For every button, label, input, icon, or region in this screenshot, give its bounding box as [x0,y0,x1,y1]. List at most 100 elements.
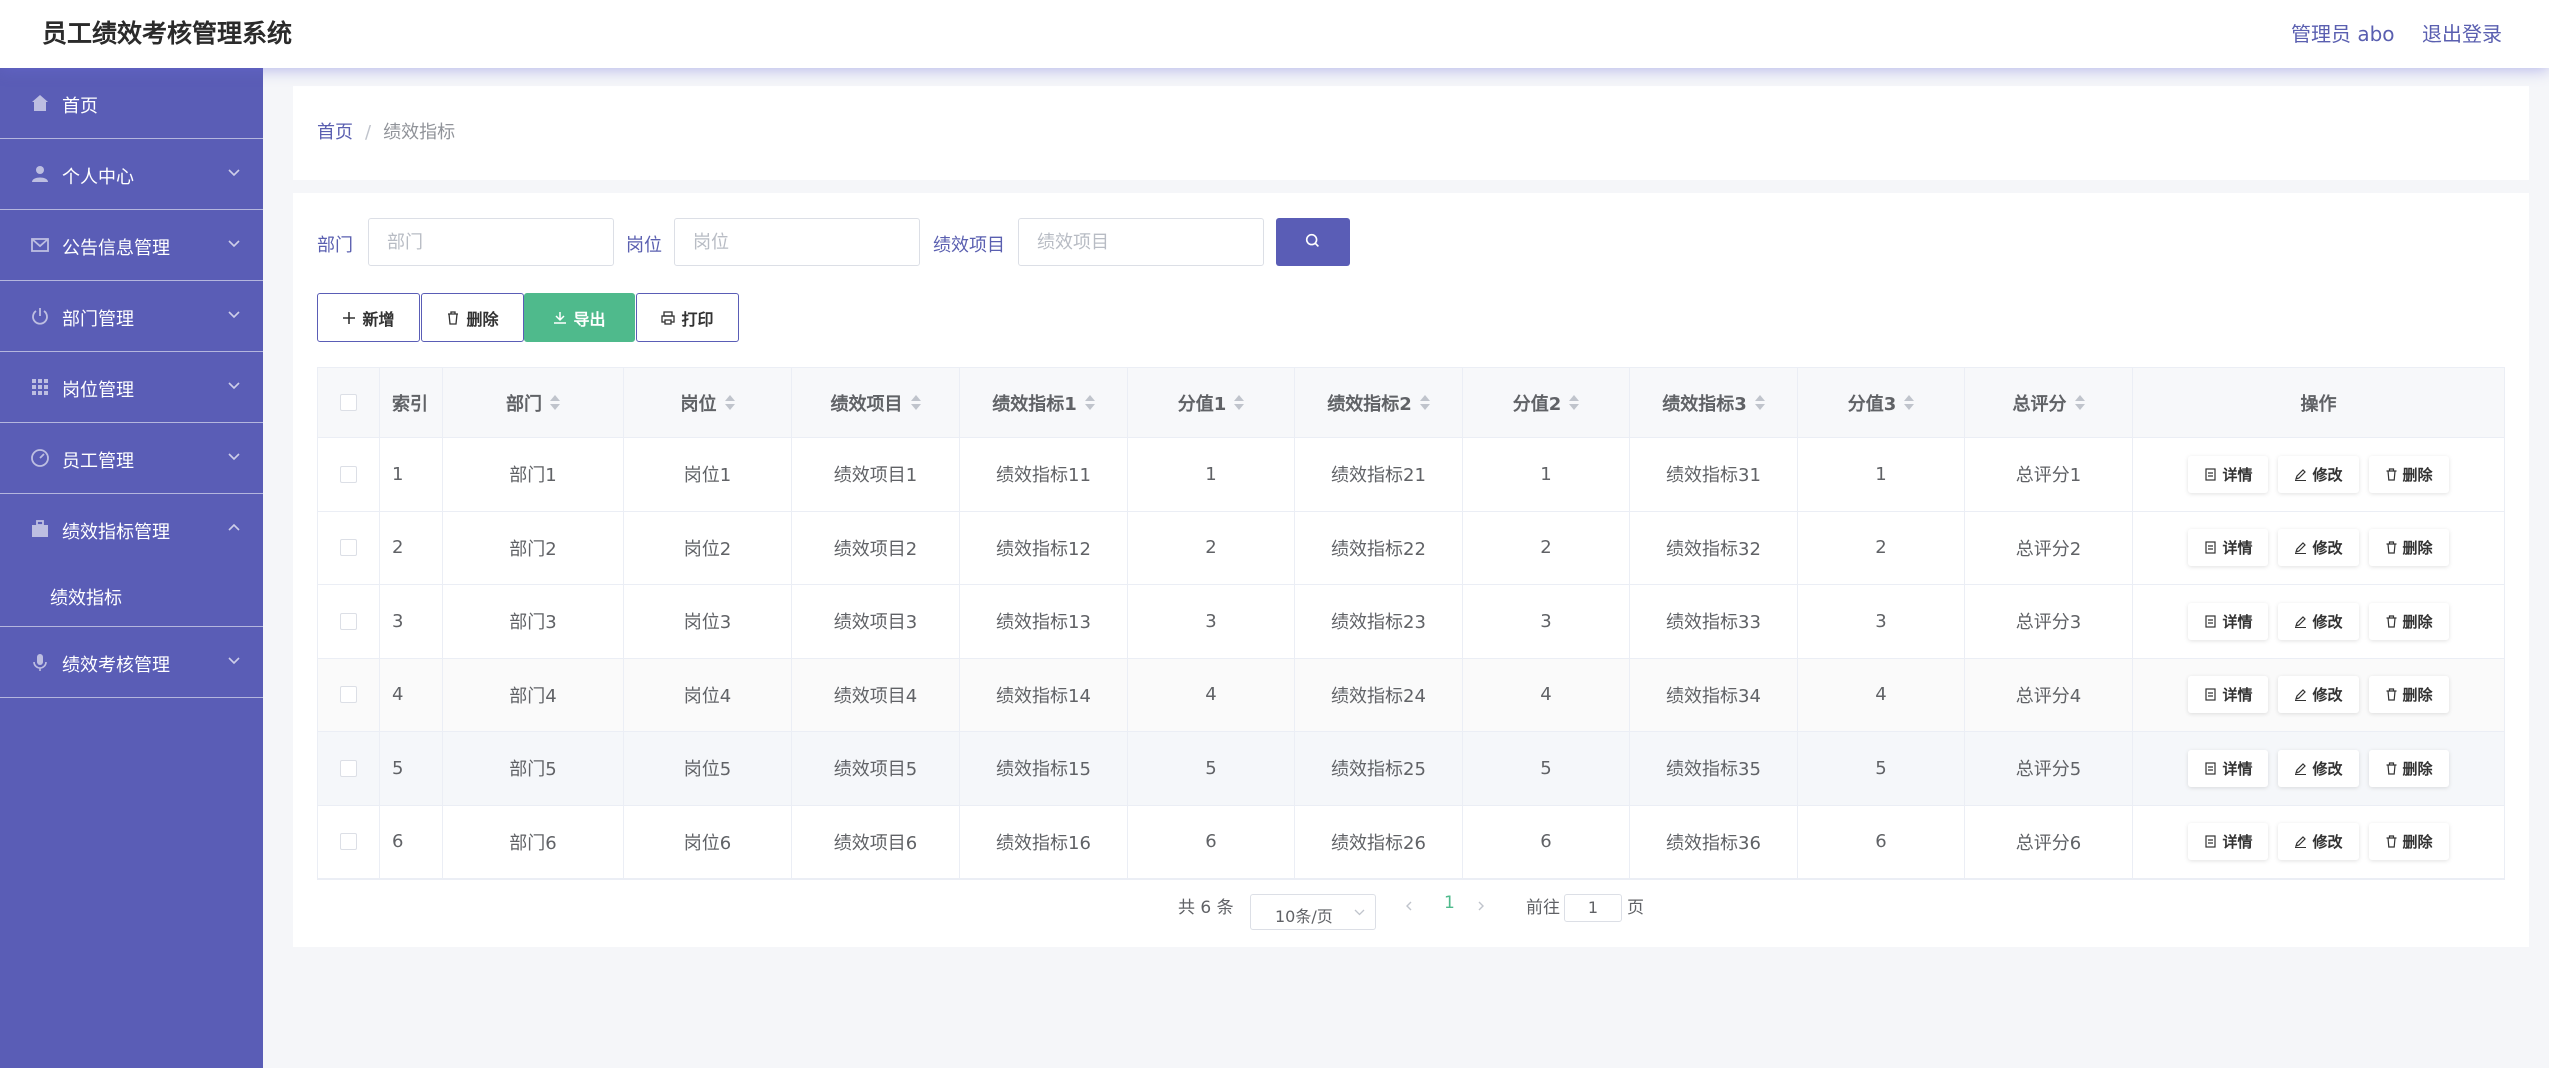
header-score2[interactable]: 分值2 [1463,368,1630,437]
top-header: 员工绩效考核管理系统 管理员 abo 退出登录 [0,0,2549,68]
detail-label: 详情 [2222,759,2253,778]
cell-text: 绩效指标36 [1666,832,1761,854]
cell-text: 绩效项目5 [833,759,918,781]
cell-score2: 2 [1463,511,1630,584]
sort-caret-icon[interactable] [550,395,560,410]
download-icon [554,311,567,324]
next-page-icon[interactable] [1475,900,1487,912]
header-total[interactable]: 总评分 [1965,368,2133,437]
cell-indicator2: 绩效指标23 [1295,585,1463,658]
detail-button[interactable]: 详情 [2188,749,2269,787]
row-delete-button[interactable]: 删除 [2368,529,2449,567]
row-checkbox[interactable] [340,465,357,483]
project-filter-input[interactable] [1018,218,1264,266]
row-checkbox[interactable] [340,686,357,704]
row-checkbox[interactable] [340,612,357,630]
page-size-select[interactable]: 10条/页 [1250,894,1376,930]
row-delete-button[interactable]: 删除 [2368,823,2449,861]
print-button[interactable]: 打印 [636,293,739,342]
sort-caret-icon[interactable] [724,395,735,410]
cell-text: 绩效指标26 [1331,832,1426,854]
search-button[interactable] [1276,218,1350,266]
export-button[interactable]: 导出 [524,293,635,342]
prev-page-icon[interactable] [1403,900,1415,912]
delete-button[interactable]: 删除 [421,293,524,342]
sort-caret-icon[interactable] [1904,395,1915,410]
row-delete-button[interactable]: 删除 [2368,676,2449,714]
cell-post: 岗位4 [624,658,792,731]
sidebar-item-department[interactable]: 部门管理 [0,281,263,352]
cell-text: 4 [392,684,404,706]
edit-button[interactable]: 修改 [2278,455,2359,493]
sidebar-item-personal[interactable]: 个人中心 [0,139,263,210]
cell-indicator1: 绩效指标16 [960,805,1128,878]
cell-text: 总评分1 [2015,465,2082,487]
detail-button[interactable]: 详情 [2188,529,2269,567]
cell-score2: 6 [1463,805,1630,878]
cell-text: 绩效指标12 [996,538,1091,560]
detail-button[interactable]: 详情 [2188,676,2269,714]
breadcrumb-card: 首页 / 绩效指标 [293,86,2529,180]
sort-caret-icon[interactable] [1754,395,1765,410]
sidebar-item-label: 公告信息管理 [62,238,170,259]
row-delete-button[interactable]: 删除 [2368,455,2449,493]
row-checkbox[interactable] [340,833,357,851]
cell-project: 绩效项目1 [792,438,960,511]
add-button[interactable]: 新增 [317,293,420,342]
cell-text: 绩效指标11 [996,465,1091,487]
cell-text: 6 [392,831,404,853]
breadcrumb: 首页 / 绩效指标 [317,118,455,144]
admin-label: 管理员 abo [2291,22,2395,46]
gauge-icon [31,449,49,467]
cell-text: 岗位5 [683,759,732,781]
header-score1[interactable]: 分值1 [1128,368,1295,437]
export-button-label: 导出 [573,309,606,329]
sort-caret-icon[interactable] [910,395,921,410]
sort-caret-icon[interactable] [2074,395,2085,410]
sidebar-item-notice[interactable]: 公告信息管理 [0,210,263,281]
cell-text: 绩效指标15 [996,759,1091,781]
detail-button[interactable]: 详情 [2188,455,2269,493]
row-checkbox[interactable] [340,759,357,777]
edit-button[interactable]: 修改 [2278,823,2359,861]
sidebar: 首页 个人中心 公告信息管理 部门管理 岗位管理 员工管理 绩效指标管理 绩效指… [0,68,263,1068]
row-delete-button[interactable]: 删除 [2368,749,2449,787]
breadcrumb-home[interactable]: 首页 [317,122,353,143]
cell-index: 5 [380,732,443,805]
detail-button[interactable]: 详情 [2188,602,2269,640]
row-checkbox[interactable] [340,539,357,557]
post-filter-input[interactable] [674,218,920,266]
sidebar-item-employee[interactable]: 员工管理 [0,423,263,494]
sort-caret-icon[interactable] [1084,395,1095,410]
sort-caret-icon[interactable] [1569,395,1580,410]
header-post[interactable]: 岗位 [624,368,792,437]
select-all-checkbox[interactable] [340,394,357,411]
edit-button[interactable]: 修改 [2278,602,2359,640]
cell-dept: 部门2 [443,511,624,584]
sidebar-subitem-kpi[interactable]: 绩效指标 [0,565,263,627]
sort-caret-icon[interactable] [1419,395,1430,410]
dept-filter-input[interactable] [368,218,614,266]
detail-button[interactable]: 详情 [2188,823,2269,861]
edit-button[interactable]: 修改 [2278,749,2359,787]
sidebar-item-post[interactable]: 岗位管理 [0,352,263,423]
header-project[interactable]: 绩效项目 [792,368,960,437]
sort-caret-icon[interactable] [1234,395,1245,410]
sidebar-item-kpi[interactable]: 绩效指标管理 [0,494,263,565]
logout-link[interactable]: 退出登录 [2422,18,2502,47]
header-indicator1[interactable]: 绩效指标1 [960,368,1128,437]
edit-button[interactable]: 修改 [2278,529,2359,567]
header-dept[interactable]: 部门 [443,368,624,437]
edit-button[interactable]: 修改 [2278,676,2359,714]
header-indicator2[interactable]: 绩效指标2 [1295,368,1463,437]
header-indicator3[interactable]: 绩效指标3 [1630,368,1798,437]
cell-indicator3: 绩效指标35 [1630,732,1798,805]
page-number-current[interactable]: 1 [1444,893,1455,913]
sidebar-item-home[interactable]: 首页 [0,68,263,139]
cell-text: 1 [1205,463,1217,485]
cell-text: 绩效项目3 [833,612,918,634]
row-delete-button[interactable]: 删除 [2368,602,2449,640]
goto-page-input[interactable]: 1 [1564,894,1622,922]
sidebar-item-assessment[interactable]: 绩效考核管理 [0,627,263,698]
header-score3[interactable]: 分值3 [1798,368,1965,437]
